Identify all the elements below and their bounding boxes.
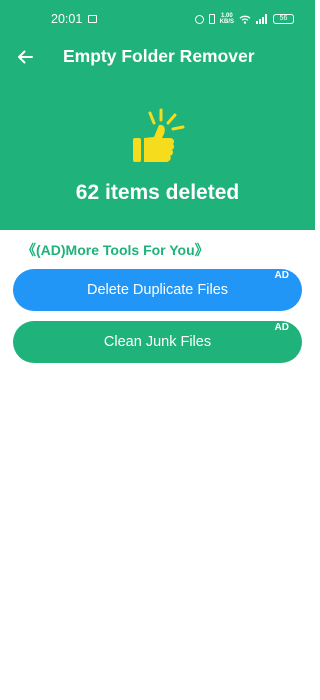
header-banner: 20:01 1.00 KB/S 56 Empty Folder Remover xyxy=(0,0,315,230)
alarm-icon xyxy=(194,14,204,24)
ad-badge: AD xyxy=(274,270,289,281)
thumbs-up-icon xyxy=(133,108,185,162)
clean-junk-files-button[interactable]: Clean Junk Files AD xyxy=(13,321,302,363)
delete-duplicate-files-button[interactable]: Delete Duplicate Files AD xyxy=(13,269,302,311)
arrow-left-icon[interactable] xyxy=(15,47,35,67)
ad-badge: AD xyxy=(274,322,289,333)
delete-duplicate-files-label: Delete Duplicate Files xyxy=(86,282,229,298)
battery-icon: 56 xyxy=(273,14,294,24)
items-deleted-text: 62 items deleted xyxy=(75,181,240,204)
status-icons: 1.00 KB/S 56 xyxy=(194,11,294,27)
more-tools-heading: 《(AD)More Tools For You》 xyxy=(22,242,209,258)
wifi-icon xyxy=(239,15,251,24)
status-time: 20:01 xyxy=(51,12,83,26)
message-icon xyxy=(88,15,97,23)
clean-junk-files-label: Clean Junk Files xyxy=(103,334,212,350)
net-speed: 1.00 KB/S xyxy=(220,13,234,25)
vibrate-icon xyxy=(208,14,215,24)
status-bar: 20:01 1.00 KB/S 56 xyxy=(0,0,315,38)
signal-icon xyxy=(256,14,268,24)
net-speed-unit: KB/S xyxy=(219,19,234,25)
page-title: Empty Folder Remover xyxy=(63,46,255,66)
